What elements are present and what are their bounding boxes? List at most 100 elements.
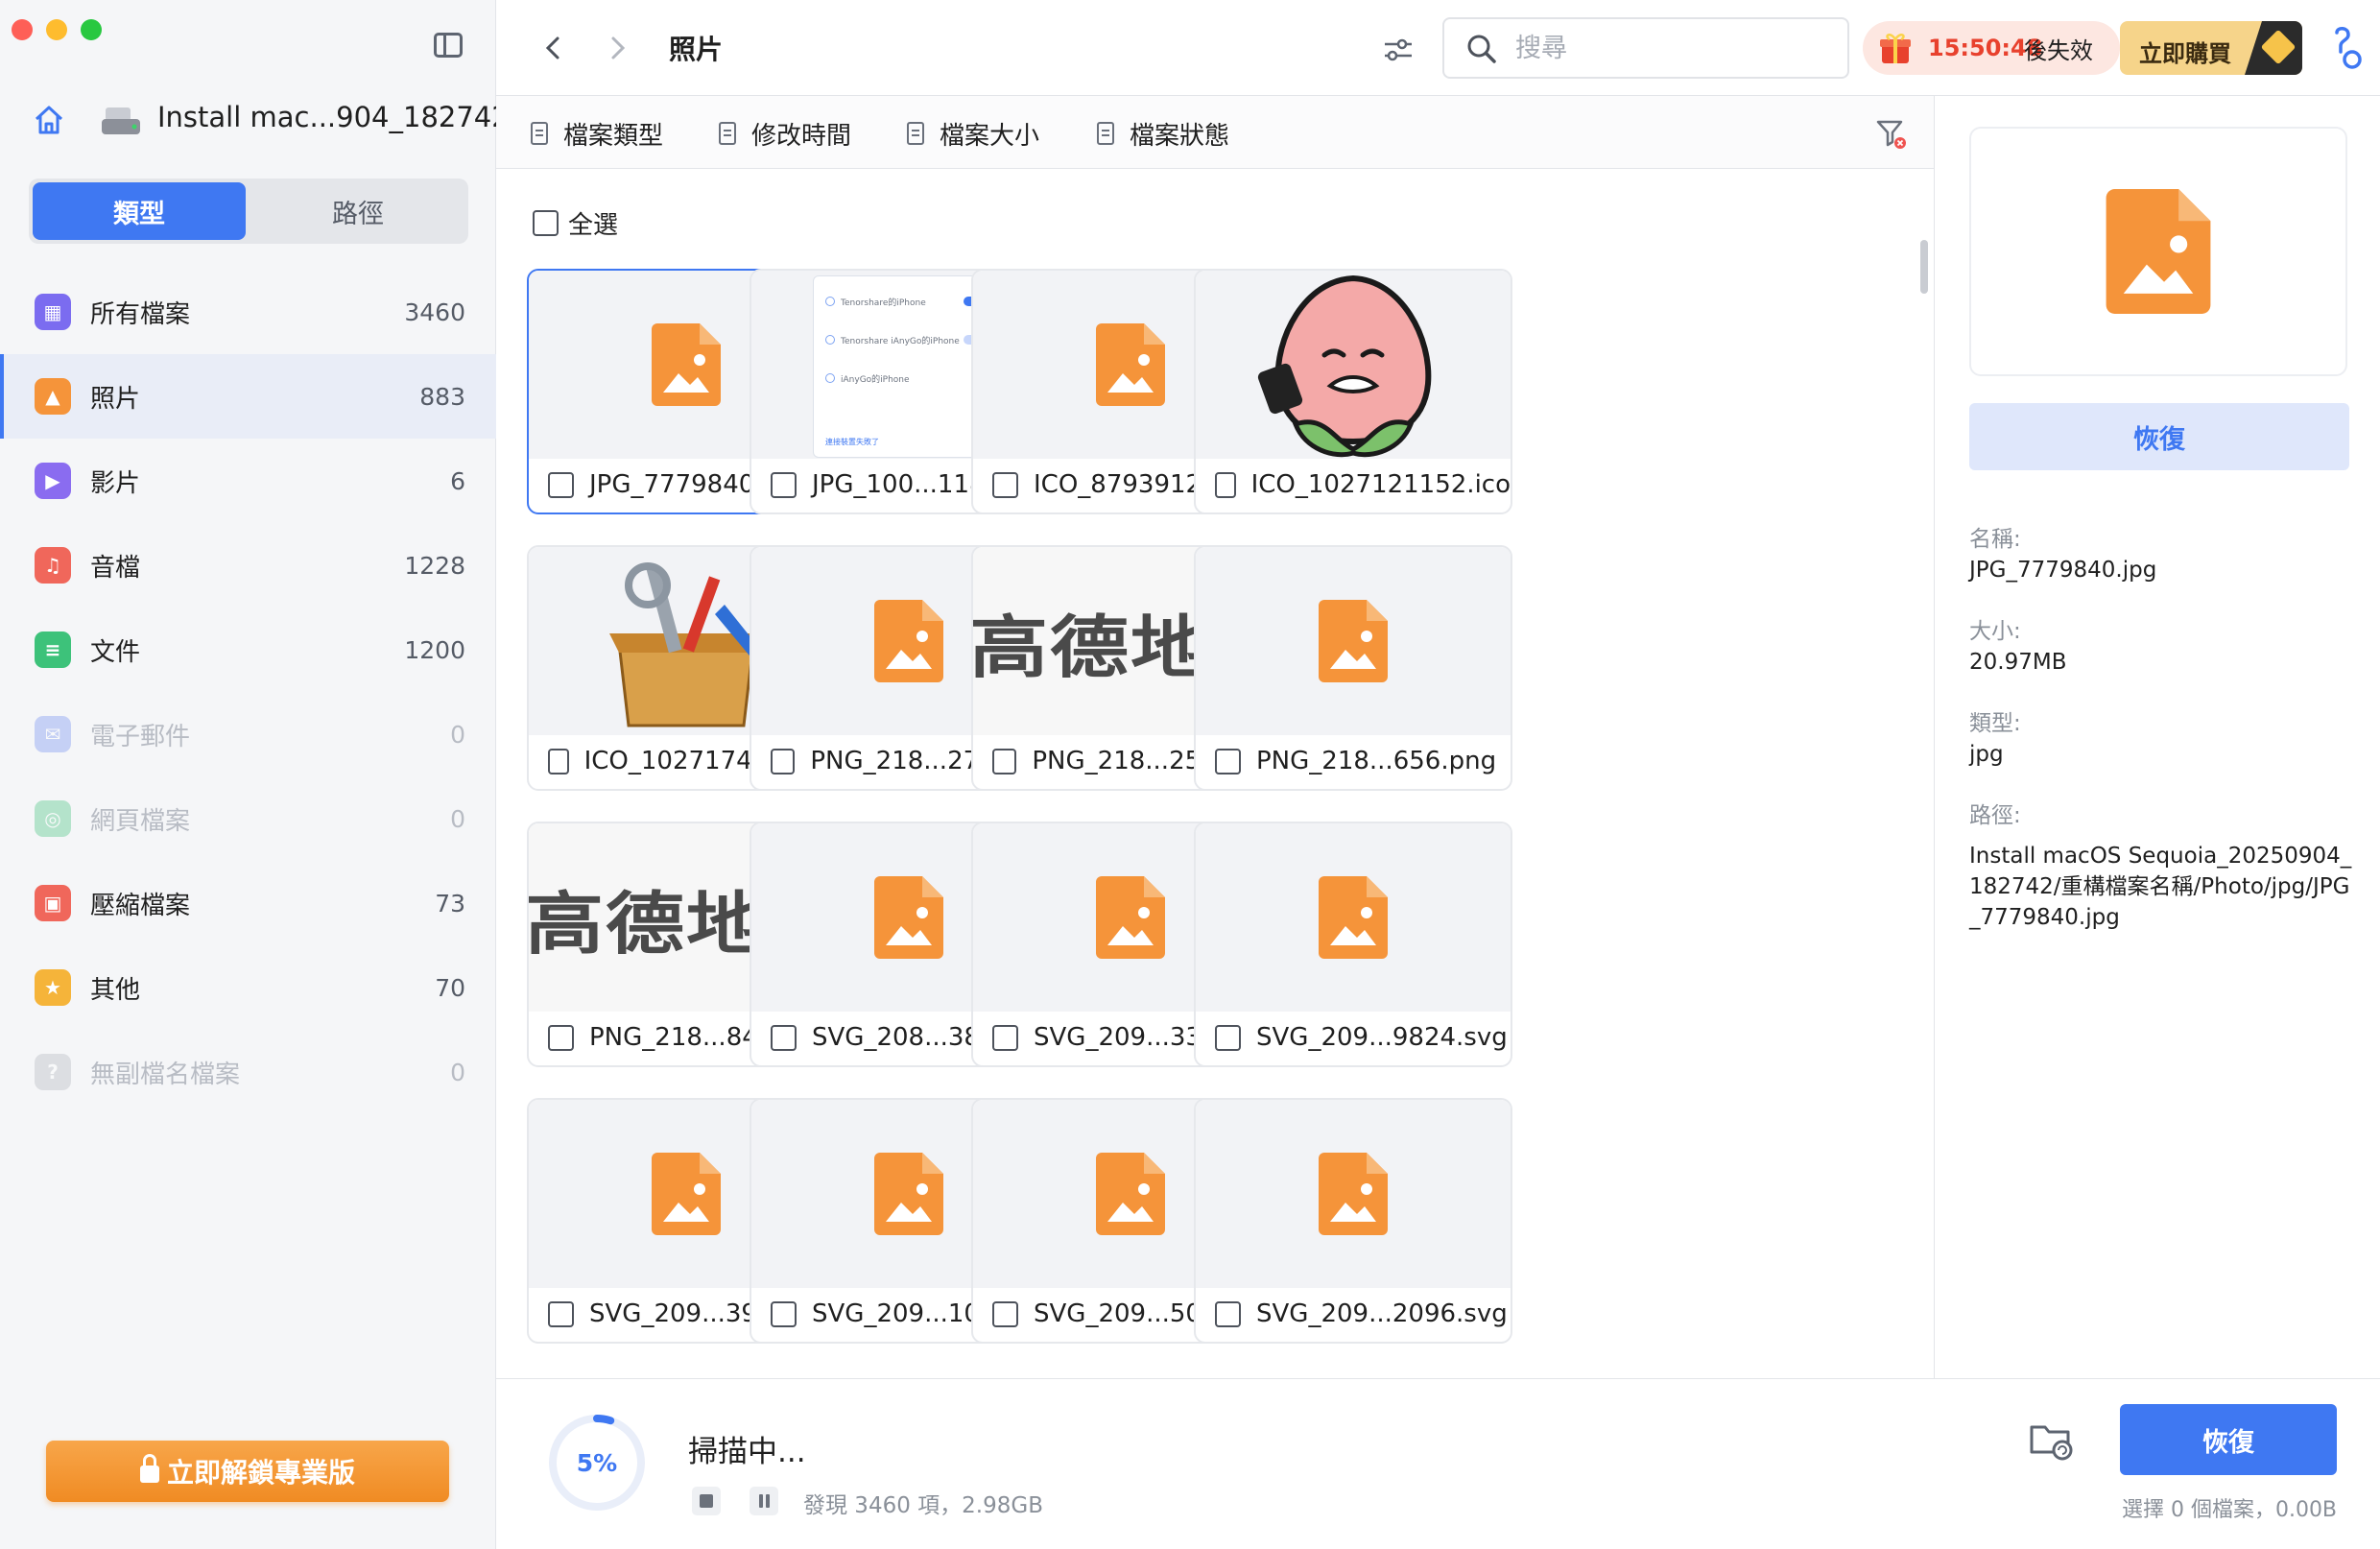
pause-scan-button[interactable] (750, 1487, 778, 1515)
file-checkbox[interactable] (992, 1024, 1018, 1051)
sidebar-toggle-icon[interactable] (434, 33, 463, 58)
file-checkbox[interactable] (1215, 471, 1236, 498)
recover-to-folder-icon[interactable] (2028, 1418, 2076, 1464)
sidebar-category-label: 無副檔名檔案 (90, 1060, 241, 1089)
calendar-icon (907, 122, 924, 145)
image-file-icon (2106, 189, 2211, 314)
file-card[interactable]: SVG_209...2096.svg (1194, 1098, 1512, 1344)
filter-file-status[interactable]: 檔案狀態 (1097, 117, 1230, 151)
file-name: PNG_218...656.png (1256, 747, 1497, 775)
preview-box (1969, 127, 2347, 376)
file-status-icon (1097, 122, 1114, 145)
select-all[interactable]: 全選 (533, 205, 618, 241)
file-checkbox[interactable] (1215, 1300, 1241, 1327)
bottom-bar: 5% 掃描中... 發現 3460 項，2.98GB 恢復 選擇 0 個檔案，0… (496, 1378, 2380, 1549)
sidebar-category-label: 網頁檔案 (90, 806, 191, 836)
chevron-left-icon (545, 36, 559, 60)
file-checkbox[interactable] (992, 471, 1018, 498)
sidebar-category-count: 73 (435, 889, 465, 917)
file-name: ICO_1027121152.ico (1250, 470, 1511, 499)
forward-button[interactable] (598, 29, 636, 67)
detail-restore-button[interactable]: 恢復 (1969, 403, 2349, 470)
filter-modified-time[interactable]: 修改時間 (719, 117, 851, 151)
web-icon: ◎ (35, 800, 71, 837)
file-card[interactable]: ICO_1027121152.ico (1194, 269, 1512, 514)
image-file-icon (652, 1153, 721, 1235)
buy-now-button[interactable]: 立即購買 (2120, 21, 2302, 75)
stop-scan-button[interactable] (692, 1487, 721, 1515)
sidebar-category[interactable]: ? 無副檔名檔案 0 (0, 1030, 496, 1114)
mail-icon: ✉ (35, 716, 71, 752)
file-card[interactable]: SVG_209...9824.svg (1194, 822, 1512, 1067)
file-checkbox[interactable] (771, 748, 796, 774)
sidebar-category[interactable]: ▦ 所有檔案 3460 (0, 270, 496, 354)
file-checkbox[interactable] (771, 1024, 797, 1051)
sidebar-category[interactable]: ≡ 文件 1200 (0, 608, 496, 692)
peach-mascot-icon (1257, 274, 1432, 458)
wifi-icon (825, 297, 835, 306)
grid-icon: ▦ (35, 294, 71, 330)
file-checkbox[interactable] (548, 471, 574, 498)
top-bar: 照片 15:50:48 後失效 立即購買 (496, 0, 2380, 96)
zoom-window-button[interactable] (81, 19, 102, 40)
home-icon[interactable] (33, 104, 65, 136)
segment-path-button[interactable]: 路徑 (251, 182, 464, 240)
detail-name-label: 名稱: (1969, 527, 2021, 552)
sidebar-category[interactable]: ★ 其他 70 (0, 945, 496, 1030)
photo-icon: ▲ (35, 378, 71, 415)
filter-file-size[interactable]: 檔案大小 (907, 117, 1039, 151)
file-card-footer: SVG_209...9824.svg (1196, 1010, 1511, 1065)
segment-type-button[interactable]: 類型 (33, 182, 246, 240)
offer-timer-badge[interactable]: 15:50:48 後失效 (1863, 21, 2120, 75)
select-all-checkbox[interactable] (533, 210, 559, 236)
view-mode-segment: 類型 路徑 (29, 179, 468, 244)
selection-summary: 選擇 0 個檔案，0.00B (2121, 1498, 2338, 1522)
file-checkbox[interactable] (992, 748, 1017, 774)
clear-filter-icon[interactable] (1874, 117, 1907, 150)
file-checkbox[interactable] (1215, 1024, 1241, 1051)
image-file-icon (874, 600, 943, 682)
file-checkbox[interactable] (771, 471, 797, 498)
lock-icon (139, 1454, 159, 1483)
restore-button[interactable]: 恢復 (2120, 1404, 2337, 1475)
unlock-pro-button[interactable]: 立即解鎖專業版 (46, 1441, 449, 1502)
grid-scrollbar[interactable] (1920, 240, 1928, 294)
file-thumbnail (1196, 547, 1511, 735)
drive-icon (102, 107, 140, 134)
file-card-footer: ICO_1027121152.ico (1196, 457, 1511, 512)
file-checkbox[interactable] (548, 1024, 574, 1051)
document-icon: ≡ (35, 632, 71, 668)
key-help-icon[interactable] (2323, 25, 2371, 73)
sidebar-category[interactable]: ▶ 影片 6 (0, 439, 496, 523)
sidebar-category[interactable]: ▲ 照片 883 (0, 354, 496, 439)
filter-file-type-label: 檔案類型 (563, 121, 664, 151)
file-checkbox[interactable] (1215, 748, 1241, 774)
device-row: iAnyGo的iPhone (825, 370, 992, 386)
file-checkbox[interactable] (771, 1300, 797, 1327)
scan-progress-percent: 5% (576, 1448, 618, 1477)
adjust-filter-icon[interactable] (1379, 31, 1417, 69)
detail-type-label: 類型: (1969, 711, 2021, 736)
scan-status: 掃描中... (688, 1435, 806, 1469)
detail-type-value: jpg (1969, 742, 2004, 767)
unlock-pro-label: 立即解鎖專業版 (166, 1457, 355, 1489)
file-checkbox[interactable] (548, 1300, 574, 1327)
sidebar-category-label: 文件 (90, 637, 141, 667)
file-checkbox[interactable] (548, 748, 569, 774)
image-file-icon (1096, 876, 1165, 959)
file-checkbox[interactable] (992, 1300, 1018, 1327)
sidebar-category[interactable]: ◎ 網頁檔案 0 (0, 776, 496, 861)
sidebar-category[interactable]: ✉ 電子郵件 0 (0, 692, 496, 776)
close-window-button[interactable] (12, 19, 33, 40)
sidebar-category[interactable]: ▣ 壓縮檔案 73 (0, 861, 496, 945)
sidebar-category-count: 0 (450, 804, 465, 833)
image-file-icon (1096, 323, 1165, 406)
back-button[interactable] (535, 29, 573, 67)
filter-file-type[interactable]: 檔案類型 (531, 117, 664, 151)
filter-file-status-label: 檔案狀態 (1130, 121, 1230, 151)
modified-time-icon (719, 122, 736, 145)
sidebar-category[interactable]: ♫ 音檔 1228 (0, 523, 496, 608)
minimize-window-button[interactable] (46, 19, 67, 40)
file-card[interactable]: PNG_218...656.png (1194, 545, 1512, 791)
search-input[interactable] (1513, 29, 1830, 67)
